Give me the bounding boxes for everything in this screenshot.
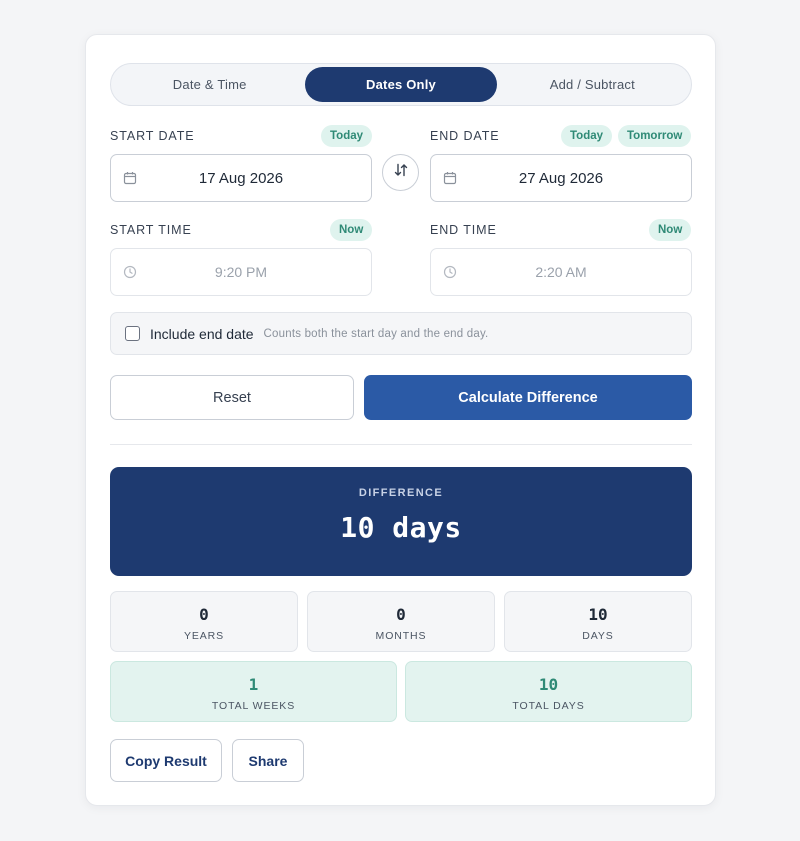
tab-date-and-time[interactable]: Date & Time	[114, 67, 305, 102]
end-date-tomorrow-chip[interactable]: Tomorrow	[618, 125, 692, 147]
swap-dates-button[interactable]	[382, 154, 419, 191]
start-time-input[interactable]: 9:20 PM	[110, 248, 372, 296]
start-date-input[interactable]: 17 Aug 2026	[110, 154, 372, 202]
share-button[interactable]: Share	[232, 739, 304, 782]
total-days-stat: 10 TOTAL DAYS	[405, 661, 692, 722]
tab-dates-only[interactable]: Dates Only	[305, 67, 497, 102]
section-divider	[110, 444, 692, 445]
swap-arrows-icon	[393, 162, 409, 183]
months-stat: 0 MONTHS	[307, 591, 495, 652]
difference-value: 10 days	[340, 511, 462, 544]
calendar-icon	[442, 170, 458, 186]
years-stat: 0 YEARS	[110, 591, 298, 652]
reset-button[interactable]: Reset	[110, 375, 354, 420]
years-caption: YEARS	[183, 630, 225, 642]
end-date-input[interactable]: 27 Aug 2026	[430, 154, 692, 202]
total-weeks-value: 1	[248, 675, 259, 694]
calendar-icon	[122, 170, 138, 186]
end-date-today-chip[interactable]: Today	[561, 125, 613, 147]
tab-add-subtract[interactable]: Add / Subtract	[497, 67, 688, 102]
end-time-now-chip[interactable]: Now	[649, 219, 692, 241]
start-date-today-chip[interactable]: Today	[321, 125, 373, 147]
total-days-caption: TOTAL DAYS	[512, 700, 585, 712]
date-calculator-card: Date & Time Dates Only Add / Subtract ST…	[85, 34, 716, 806]
total-weeks-caption: TOTAL WEEKS	[211, 700, 296, 712]
start-time-label: START TIME	[110, 223, 192, 237]
calculate-difference-button[interactable]: Calculate Difference	[364, 375, 692, 420]
total-weeks-stat: 1 TOTAL WEEKS	[110, 661, 397, 722]
end-time-label: END TIME	[430, 223, 497, 237]
include-end-date-hint: Counts both the start day and the end da…	[263, 327, 489, 340]
days-value: 10	[588, 605, 608, 624]
start-date-value: 17 Aug 2026	[198, 169, 284, 187]
days-stat: 10 DAYS	[504, 591, 692, 652]
total-days-value: 10	[538, 675, 559, 694]
end-date-label: END DATE	[430, 129, 500, 143]
start-time-value: 9:20 PM	[214, 264, 268, 280]
clock-icon	[442, 264, 458, 280]
end-date-value: 27 Aug 2026	[518, 169, 604, 187]
days-caption: DAYS	[582, 630, 614, 642]
mode-segmented-control: Date & Time Dates Only Add / Subtract	[110, 63, 692, 106]
start-time-now-chip[interactable]: Now	[330, 219, 373, 241]
months-caption: MONTHS	[375, 630, 427, 642]
start-date-label: START DATE	[110, 129, 195, 143]
end-time-input[interactable]: 2:20 AM	[430, 248, 692, 296]
years-value: 0	[199, 605, 209, 624]
end-time-value: 2:20 AM	[535, 264, 587, 280]
include-end-date-row[interactable]: Include end date Counts both the start d…	[110, 312, 692, 355]
include-end-date-checkbox[interactable]	[125, 326, 140, 341]
months-value: 0	[396, 605, 406, 624]
copy-result-button[interactable]: Copy Result	[110, 739, 222, 782]
clock-icon	[122, 264, 138, 280]
difference-result-panel: DIFFERENCE 10 days	[110, 467, 692, 576]
include-end-date-label: Include end date	[150, 325, 254, 342]
difference-label: DIFFERENCE	[358, 487, 444, 499]
